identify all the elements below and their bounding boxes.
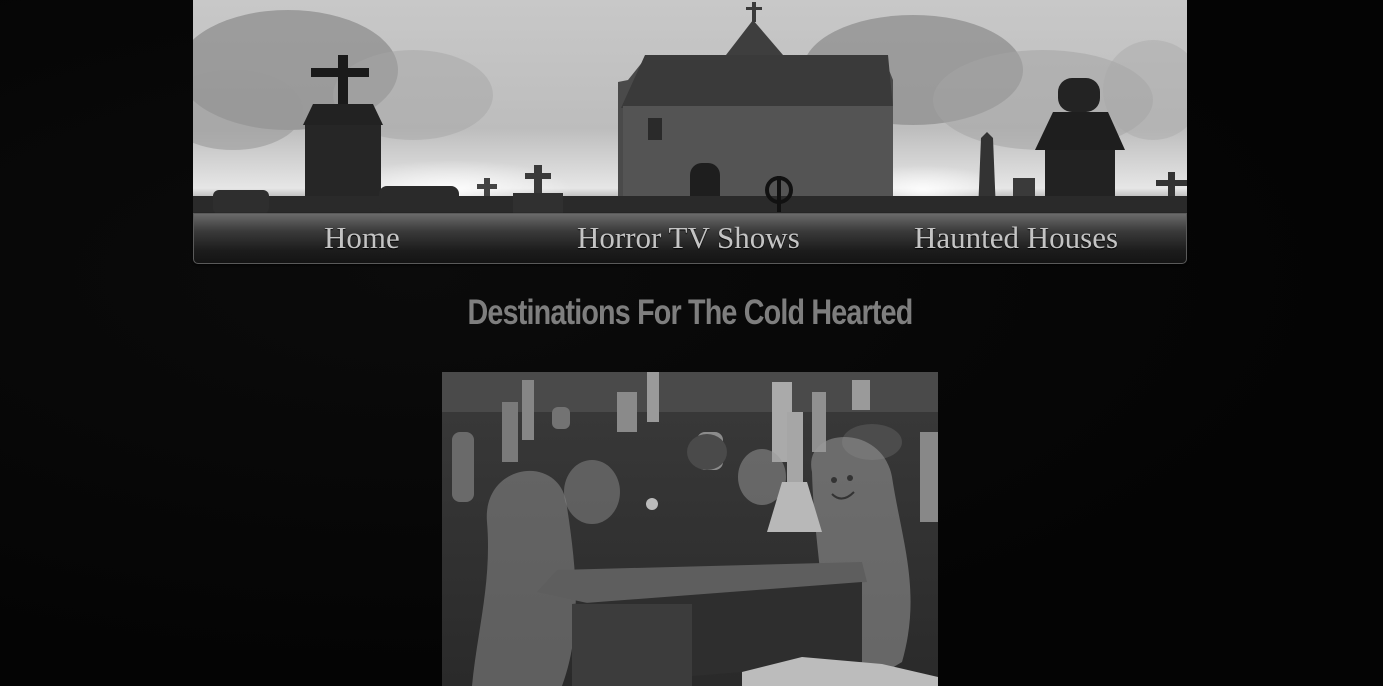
main-navigation: Home Horror TV Shows Haunted Houses: [193, 213, 1187, 264]
nav-link-haunted-houses[interactable]: Haunted Houses: [914, 220, 1118, 256]
nav-link-horror-tv-shows[interactable]: Horror TV Shows: [577, 220, 800, 256]
page-title: Destinations For The Cold Hearted: [467, 293, 914, 332]
page-container: Home Horror TV Shows Haunted Houses Dest…: [193, 0, 1187, 686]
header-banner-image: [193, 0, 1187, 214]
ghost-graveyard-image: [442, 372, 938, 686]
nav-link-home[interactable]: Home: [324, 220, 400, 256]
